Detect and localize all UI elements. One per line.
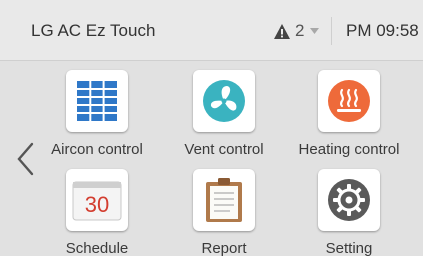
schedule-tile: 30 [66,169,128,231]
fan-icon [203,80,245,122]
calendar-icon: 30 [72,181,122,221]
setting-tile [318,169,380,231]
alert-count: 2 [295,21,305,40]
lg-ez-touch-screen: LG AC Ez Touch 2 PM 09:58 Aircon control… [0,0,423,256]
setting-button[interactable]: Setting [274,169,423,256]
alert-dropdown[interactable]: 2 [273,20,320,42]
clipboard-icon [206,178,242,222]
clock: PM 09:58 [346,21,419,40]
vent-tile [193,70,255,132]
header-divider [331,17,332,45]
heating-control-button[interactable]: Heating control [274,70,423,158]
app-title: LG AC Ez Touch [31,21,156,40]
gear-icon [328,179,370,221]
report-tile [193,169,255,231]
heating-icon [328,80,370,122]
chevron-down-icon [310,28,320,34]
aircon-tile [66,70,128,132]
header-bar: LG AC Ez Touch 2 PM 09:58 [0,0,423,61]
heating-tile [318,70,380,132]
aircon-grid-icon [77,81,117,121]
heating-control-label: Heating control [298,141,400,158]
menu-area: Aircon control Vent control Heating cont… [0,61,423,256]
calendar-day-text: 30 [85,192,109,217]
warning-triangle-icon [274,23,290,39]
setting-label: Setting [325,240,373,256]
